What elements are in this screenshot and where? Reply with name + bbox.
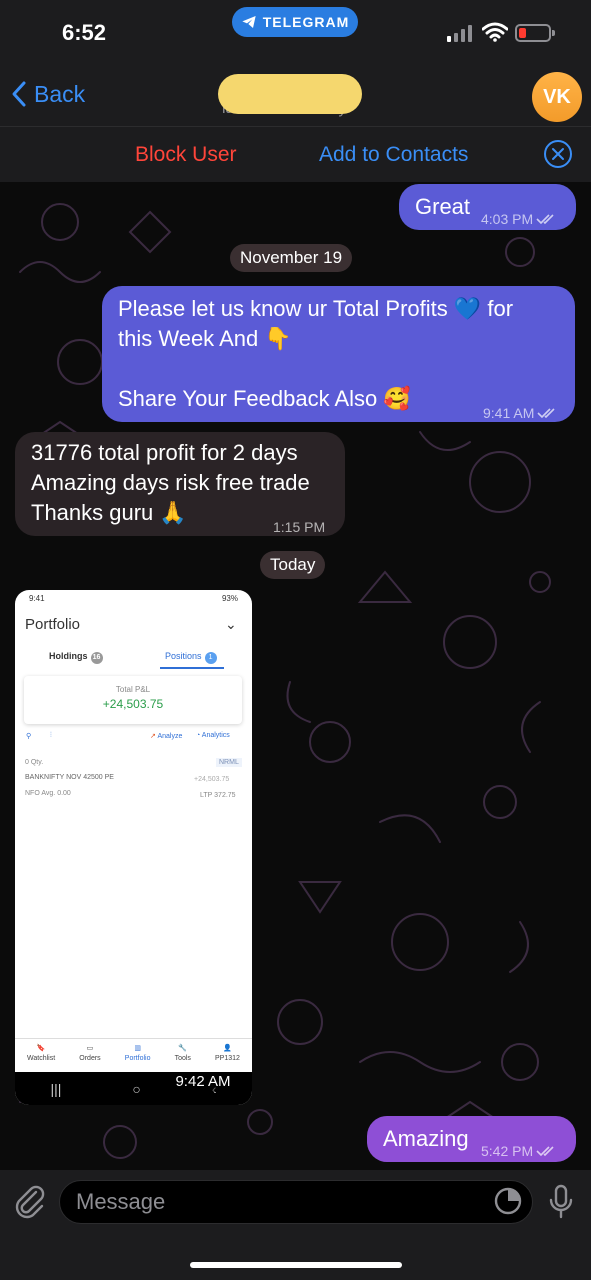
message-incoming[interactable]: 31776 total profit for 2 days Amazing da…	[15, 432, 345, 536]
screenshot-bottom-nav: 🔖 Watchlist ▭ Orders ▥ Portfolio 🔧 Tools 👤 PP…	[15, 1038, 252, 1072]
message-line: Amazing days risk free trade	[31, 470, 310, 495]
paperclip-icon[interactable]	[14, 1184, 46, 1220]
message-time: 1:15 PM	[273, 519, 326, 535]
analyze-link: ↗ Analyze	[150, 733, 183, 740]
signal-icon	[447, 25, 472, 42]
add-to-contacts-button[interactable]: Add to Contacts	[319, 143, 468, 167]
message-time: 9:42 AM	[163, 1072, 243, 1092]
screenshot-battery: 93%	[221, 594, 238, 603]
telegram-pill[interactable]: TELEGRAM	[232, 7, 358, 37]
wifi-icon	[482, 22, 508, 42]
message-input-bar	[0, 1170, 591, 1280]
close-banner-button[interactable]	[544, 140, 572, 168]
screenshot-toolbar: ⚲ ⫶ ↗ Analyze ◔ Analytics	[24, 732, 244, 746]
image-message-portfolio-screenshot[interactable]: 9:41 93% Portfolio ⌄ Holdings 16 Position…	[15, 590, 252, 1105]
chat-area[interactable]: Great 4:03 PM November 19 Please let us …	[0, 182, 591, 1170]
screenshot-status-bar: 9:41 93%	[15, 590, 252, 608]
pnl-label: Total P&L	[115, 685, 151, 694]
message-line: 31776 total profit for 2 days	[31, 440, 298, 465]
contact-action-bar: Block User Add to Contacts	[0, 126, 591, 182]
screenshot-tabs: Holdings 16 Positions 1	[15, 645, 252, 669]
message-field[interactable]	[59, 1180, 533, 1224]
date-separator: November 19	[230, 244, 353, 272]
pnl-value: +24,503.75	[102, 697, 164, 711]
message-meta: 4:03 PM	[481, 204, 558, 234]
message-meta: 1:15 PM	[273, 512, 325, 542]
chat-header: Back last seen recently VK	[0, 66, 591, 126]
status-bar: 6:52 TELEGRAM	[0, 0, 591, 66]
back-label: Back	[34, 80, 86, 107]
message-line: Please let us know ur Total Profits 💙 fo…	[118, 296, 514, 321]
search-icon: ⚲	[26, 733, 32, 740]
double-check-icon	[536, 214, 554, 225]
sticker-icon[interactable]	[494, 1187, 522, 1215]
message-time: 5:42 PM	[481, 1143, 534, 1159]
screenshot-title: Portfolio	[25, 616, 81, 633]
home-indicator[interactable]	[190, 1262, 402, 1268]
status-time: 6:52	[62, 20, 107, 45]
double-check-icon	[537, 408, 555, 419]
block-user-button[interactable]: Block User	[135, 143, 237, 167]
contact-name-redacted[interactable]	[218, 74, 362, 114]
microphone-icon[interactable]	[548, 1184, 574, 1220]
message-text: Amazing	[383, 1126, 469, 1151]
double-check-icon	[536, 1146, 554, 1157]
message-outgoing[interactable]: Please let us know ur Total Profits 💙 fo…	[102, 286, 575, 422]
message-line: Thanks guru 🙏	[31, 500, 187, 525]
chevron-down-icon: ⌄	[225, 616, 237, 632]
tab-positions: Positions 1	[165, 651, 217, 664]
total-pnl-card: Total P&L +24,503.75	[24, 676, 242, 724]
message-meta: 9:41 AM	[483, 398, 559, 428]
position-row: 0 Qty. NRML BANKNIFTY NOV 42500 PE +24,5…	[24, 758, 244, 804]
message-meta: 5:42 PM	[481, 1136, 558, 1166]
close-icon	[552, 148, 564, 160]
message-line: Share Your Feedback Also 🥰	[118, 386, 411, 411]
filter-icon: ⫶	[50, 732, 52, 739]
message-text: Great	[415, 194, 471, 219]
message-outgoing[interactable]: Great 4:03 PM	[399, 184, 576, 230]
date-separator: Today	[260, 551, 326, 579]
telegram-plane-icon	[242, 16, 256, 28]
tab-holdings: Holdings 16	[49, 651, 103, 664]
battery-icon	[515, 24, 555, 42]
message-time: 4:03 PM	[481, 211, 534, 227]
screenshot-status-time: 9:41	[29, 594, 45, 603]
contact-avatar[interactable]: VK	[532, 72, 582, 122]
message-line: this Week And 👇	[118, 326, 292, 351]
chevron-left-icon	[12, 81, 26, 107]
message-input[interactable]	[76, 1181, 476, 1223]
message-outgoing[interactable]: Amazing 5:42 PM	[367, 1116, 576, 1162]
analytics-link: ◔ Analytics	[196, 732, 230, 739]
telegram-pill-label: TELEGRAM	[262, 14, 350, 30]
back-button[interactable]: Back	[10, 80, 85, 108]
message-time: 9:41 AM	[483, 405, 535, 421]
